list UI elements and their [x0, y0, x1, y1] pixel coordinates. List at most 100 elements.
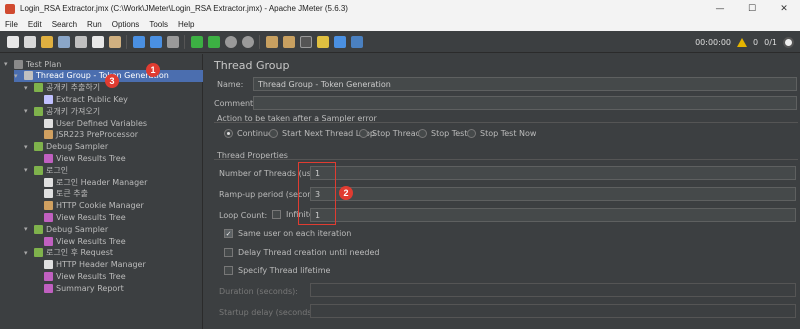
listener-icon [44, 271, 53, 281]
startup-delay-input[interactable] [310, 304, 796, 318]
paste-icon[interactable] [108, 35, 121, 48]
chevron-down-icon[interactable]: ▾ [24, 166, 32, 174]
start-no-pause-icon[interactable] [207, 35, 220, 48]
tree-node[interactable]: HTTP Header Manager [34, 259, 146, 271]
chevron-down-icon[interactable]: ▾ [24, 249, 32, 257]
menu-options[interactable]: Options [107, 20, 145, 29]
tree-node[interactable]: 토큰 추출 [34, 188, 88, 200]
thread-lifetime-checkbox[interactable]: Specify Thread lifetime [224, 266, 330, 275]
reset-search-icon[interactable] [316, 35, 329, 48]
radio-dot [224, 129, 233, 138]
tree-node-label: User Defined Variables [56, 118, 148, 128]
divider [214, 159, 798, 160]
tree-node-label: Debug Sampler [46, 142, 109, 152]
duration-input[interactable] [310, 283, 796, 297]
start-icon[interactable] [190, 35, 203, 48]
toolbar [0, 31, 800, 53]
chevron-down-icon[interactable]: ▾ [24, 225, 32, 233]
copy-icon[interactable] [91, 35, 104, 48]
name-label: Name: [217, 80, 244, 89]
menu-edit[interactable]: Edit [23, 20, 47, 29]
tree-node[interactable]: View Results Tree [34, 211, 126, 223]
toolbar-separator [184, 34, 185, 49]
tree-node[interactable]: HTTP Cookie Manager [34, 200, 144, 212]
tree-node[interactable]: View Results Tree [34, 235, 126, 247]
help-icon[interactable] [350, 35, 363, 48]
maximize-button[interactable]: ☐ [736, 0, 768, 17]
menu-search[interactable]: Search [47, 20, 82, 29]
close-button[interactable]: ✕ [768, 0, 800, 17]
clear-all-icon[interactable] [282, 35, 295, 48]
tree-node-label: 공개키 가져오기 [46, 106, 101, 116]
warning-icon[interactable] [737, 37, 748, 47]
menu-help[interactable]: Help [173, 20, 199, 29]
tree-node[interactable]: ▾ Debug Sampler [24, 141, 108, 153]
sampler-icon [34, 106, 43, 116]
checkbox-label: Delay Thread creation until needed [238, 248, 380, 257]
stop-icon[interactable] [224, 35, 237, 48]
menu-bar: File Edit Search Run Options Tools Help [0, 17, 800, 31]
comments-input[interactable] [253, 96, 797, 110]
minimize-button[interactable]: — [704, 0, 736, 17]
chevron-down-icon[interactable]: ▾ [24, 143, 32, 151]
tree-node[interactable]: Extract Public Key [34, 93, 128, 105]
radio-stop-thread[interactable]: Stop Thread [359, 129, 421, 138]
radio-stop-test-now[interactable]: Stop Test Now [467, 129, 536, 138]
function-helper-icon[interactable] [333, 35, 346, 48]
name-input[interactable]: Thread Group - Token Generation [253, 77, 797, 91]
checkmark-icon: ✓ [224, 229, 233, 238]
shutdown-icon[interactable] [241, 35, 254, 48]
sampler-icon [34, 248, 43, 258]
extractor-icon [44, 189, 53, 199]
tree-node[interactable]: JSR223 PreProcessor [34, 129, 138, 141]
expand-icon[interactable] [132, 35, 145, 48]
chevron-down-icon[interactable]: ▾ [24, 107, 32, 115]
remote-globe-icon[interactable] [783, 36, 794, 48]
delay-thread-checkbox[interactable]: Delay Thread creation until needed [224, 248, 379, 257]
collapse-icon[interactable] [149, 35, 162, 48]
tree-node[interactable]: ▾ 로그인 [24, 164, 68, 176]
annotation-badge-3: 3 [105, 74, 119, 88]
test-plan-icon [14, 59, 23, 69]
tree-node[interactable]: Summary Report [34, 282, 124, 294]
radio-continue[interactable]: Continue [224, 129, 273, 138]
checkbox-label: Specify Thread lifetime [238, 266, 331, 275]
save-icon[interactable] [57, 35, 70, 48]
templates-icon[interactable] [23, 35, 36, 48]
tree-node[interactable]: ▾ Debug Sampler [24, 223, 108, 235]
extractor-icon [44, 94, 53, 104]
menu-file[interactable]: File [0, 20, 23, 29]
tree-node-label: 로그인 후 Request [46, 248, 114, 258]
sampler-icon [34, 83, 43, 93]
tree-node-label: 로그인 Header Manager [56, 177, 148, 187]
new-icon[interactable] [6, 35, 19, 48]
toggle-icon[interactable] [166, 35, 179, 48]
menu-run[interactable]: Run [82, 20, 107, 29]
tree-node[interactable]: ▾ 로그인 후 Request [24, 247, 113, 259]
cut-icon[interactable] [74, 35, 87, 48]
rampup-input[interactable]: 3 [310, 187, 796, 201]
tree-node[interactable]: ▾ Test Plan [4, 58, 61, 70]
tree-node[interactable]: ▾ 공개키 가져오기 [24, 105, 100, 117]
same-user-checkbox[interactable]: ✓ Same user on each iteration [224, 229, 351, 238]
chevron-down-icon[interactable]: ▾ [4, 60, 12, 68]
num-threads-input[interactable]: 1 [310, 166, 796, 180]
panel-title: Thread Group [214, 59, 290, 72]
checkbox-box [224, 248, 233, 257]
loop-count-input[interactable]: 1 [310, 208, 796, 222]
radio-stop-test[interactable]: Stop Test [418, 129, 467, 138]
open-icon[interactable] [40, 35, 53, 48]
chevron-down-icon[interactable]: ▾ [24, 84, 32, 92]
tree-node-label: 로그인 [46, 165, 69, 175]
menu-tools[interactable]: Tools [144, 20, 173, 29]
clear-icon[interactable] [265, 35, 278, 48]
tree-node[interactable]: ▾ 공개키 추출하기 [24, 82, 100, 94]
tree-node-label: View Results Tree [56, 153, 126, 163]
tree-node[interactable]: User Defined Variables [34, 117, 147, 129]
tree-node[interactable]: 로그인 Header Manager [34, 176, 147, 188]
chevron-down-icon[interactable]: ▾ [14, 72, 22, 80]
tree-node[interactable]: View Results Tree [34, 152, 126, 164]
status-area: 00:00:00 0 0/1 [695, 31, 794, 53]
tree-node[interactable]: View Results Tree [34, 270, 126, 282]
search-icon[interactable] [299, 35, 312, 48]
